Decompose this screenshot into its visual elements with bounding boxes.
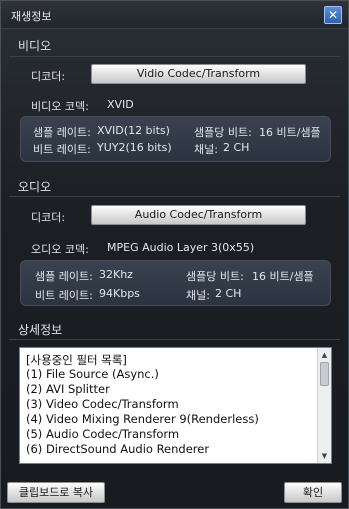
video-bitrate-label: 비트 레이트: xyxy=(33,143,91,156)
details-heading: 상세정보 xyxy=(18,323,63,337)
close-icon[interactable]: ✕ xyxy=(324,6,342,24)
audio-info-box: 샘플 레이트: 32Khz 샘플당 비트: 16 비트/샘플 비트 레이트: 9… xyxy=(20,260,331,306)
video-heading: 비디오 xyxy=(18,39,52,53)
audio-sample-rate-value: 32Khz xyxy=(99,268,133,281)
scroll-down-icon[interactable]: ▼ xyxy=(320,452,329,460)
audio-decoder-button[interactable]: Audio Codec/Transform xyxy=(91,205,306,225)
divider xyxy=(9,56,340,57)
audio-bits-per-sample-value: 16 비트/샘플 xyxy=(252,270,314,283)
audio-channels-value: 2 CH xyxy=(215,287,242,300)
divider xyxy=(9,339,340,340)
video-bits-per-sample-label: 샘플당 비트: xyxy=(194,126,252,139)
filter-list-textarea[interactable]: [사용중인 필터 목록] (1) File Source (Async.) (2… xyxy=(19,347,332,464)
audio-codec-label: 오디오 코덱: xyxy=(31,243,89,256)
audio-sample-rate-label: 샘플 레이트: xyxy=(35,270,93,283)
audio-bitrate-label: 비트 레이트: xyxy=(35,289,93,302)
video-bitrate-value: YUY2(16 bits) xyxy=(97,141,172,154)
audio-decoder-label: 디코더: xyxy=(31,211,66,224)
video-decoder-button[interactable]: Vidio Codec/Transform xyxy=(91,64,306,84)
video-decoder-label: 디코더: xyxy=(31,70,66,83)
video-sample-rate-label: 샘플 레이트: xyxy=(33,126,91,139)
list-item: (1) File Source (Async.) xyxy=(26,367,159,381)
list-item: (3) Video Codec/Transform xyxy=(26,397,179,411)
ok-button[interactable]: 확인 xyxy=(284,482,342,503)
video-channels-label: 채널: xyxy=(194,143,218,156)
list-item: (6) DirectSound Audio Renderer xyxy=(26,442,210,456)
video-codec-value: XVID xyxy=(107,98,134,111)
list-item: (4) Video Mixing Renderer 9(Renderless) xyxy=(26,412,259,426)
window-title: 재생정보 xyxy=(11,10,52,23)
list-item: (2) AVI Splitter xyxy=(26,382,110,396)
list-item: (5) Audio Codec/Transform xyxy=(26,427,180,441)
video-bits-per-sample-value: 16 비트/샘플 xyxy=(259,126,321,139)
copy-to-clipboard-button[interactable]: 클립보드로 복사 xyxy=(7,482,105,503)
divider xyxy=(9,196,340,197)
audio-bits-per-sample-label: 샘플당 비트: xyxy=(186,270,244,283)
video-sample-rate-value: XVID(12 bits) xyxy=(97,124,170,137)
audio-codec-value: MPEG Audio Layer 3(0x55) xyxy=(107,241,255,254)
video-codec-label: 비디오 코덱: xyxy=(31,100,89,113)
scroll-up-icon[interactable]: ▲ xyxy=(320,351,329,359)
audio-heading: 오디오 xyxy=(18,180,52,194)
title-bar: 재생정보 ✕ xyxy=(1,1,348,29)
vertical-scrollbar[interactable]: ▲ ▼ xyxy=(317,348,331,463)
video-info-box: 샘플 레이트: XVID(12 bits) 샘플당 비트: 16 비트/샘플 비… xyxy=(20,116,331,162)
audio-bitrate-value: 94Kbps xyxy=(99,287,140,300)
audio-channels-label: 채널: xyxy=(186,289,210,302)
video-channels-value: 2 CH xyxy=(223,141,250,154)
playback-info-dialog: 재생정보 ✕ 비디오 디코더: Vidio Codec/Transform 비디… xyxy=(0,0,349,509)
scrollbar-thumb[interactable] xyxy=(320,362,329,386)
list-item: [사용중인 필터 목록] xyxy=(26,353,127,367)
